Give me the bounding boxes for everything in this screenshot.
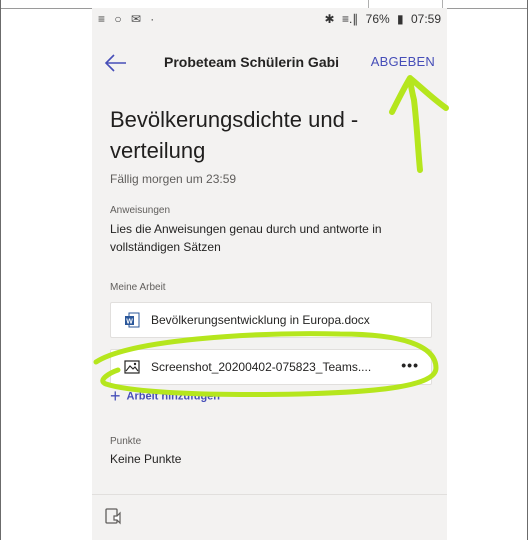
instructions-text: Lies die Anweisungen genau durch und ant… — [110, 222, 382, 254]
image-file-icon — [124, 360, 140, 374]
assignment-title: Bevölkerungsdichte und - verteilung — [110, 107, 359, 163]
bluetooth-icon: ✱ — [324, 12, 335, 26]
word-doc-icon: W — [125, 312, 140, 328]
notification-icons: ≡ ○ ✉ · — [98, 12, 158, 26]
battery-icon: ▮ — [397, 12, 404, 26]
status-bar: ≡ ○ ✉ · ✱ ≡.∥ 76% ▮ 07:59 — [92, 8, 447, 32]
assignment-details: Bevölkerungsdichte und - verteilung Fäll… — [92, 96, 447, 496]
instructions-label: Anweisungen — [110, 205, 171, 216]
add-work-button[interactable]: + Arbeit hinzufügen — [110, 386, 220, 407]
submit-button[interactable]: ABGEBEN — [371, 54, 435, 69]
page-title: Probeteam Schülerin Gabi — [164, 54, 340, 70]
file-name: Bevölkerungsentwicklung in Europa.docx — [151, 313, 370, 327]
attached-file-screenshot[interactable]: Screenshot_20200402-075823_Teams.... ••• — [110, 349, 432, 385]
more-options-icon[interactable]: ••• — [401, 357, 419, 373]
due-date: Fällig morgen um 23:59 — [110, 172, 237, 186]
phone-screen: ≡ ○ ✉ · ✱ ≡.∥ 76% ▮ 07:59 Probeteam Schü… — [92, 8, 447, 540]
outer-frame-divider — [368, 0, 369, 8]
file-name: Screenshot_20200402-075823_Teams.... — [151, 360, 372, 374]
my-work-label: Meine Arbeit — [110, 282, 166, 293]
attached-file-docx[interactable]: W Bevölkerungsentwicklung in Europa.docx — [110, 302, 432, 338]
outer-frame-divider — [442, 0, 443, 8]
points-label: Punkte — [110, 436, 142, 447]
back-arrow-icon[interactable] — [102, 49, 130, 77]
outer-frame-left — [0, 0, 1, 540]
battery-percent: 76% — [365, 12, 390, 26]
plus-icon: + — [110, 386, 121, 406]
signal-icon: ≡.∥ — [341, 12, 359, 26]
status-right: ✱ ≡.∥ 76% ▮ 07:59 — [321, 12, 441, 26]
clock: 07:59 — [410, 12, 441, 26]
immersive-reader-icon[interactable] — [104, 507, 124, 527]
bottom-bar — [92, 494, 447, 540]
svg-text:W: W — [126, 319, 133, 326]
points-value: Keine Punkte — [110, 452, 182, 466]
app-bar: Probeteam Schülerin Gabi ABGEBEN — [92, 32, 447, 97]
